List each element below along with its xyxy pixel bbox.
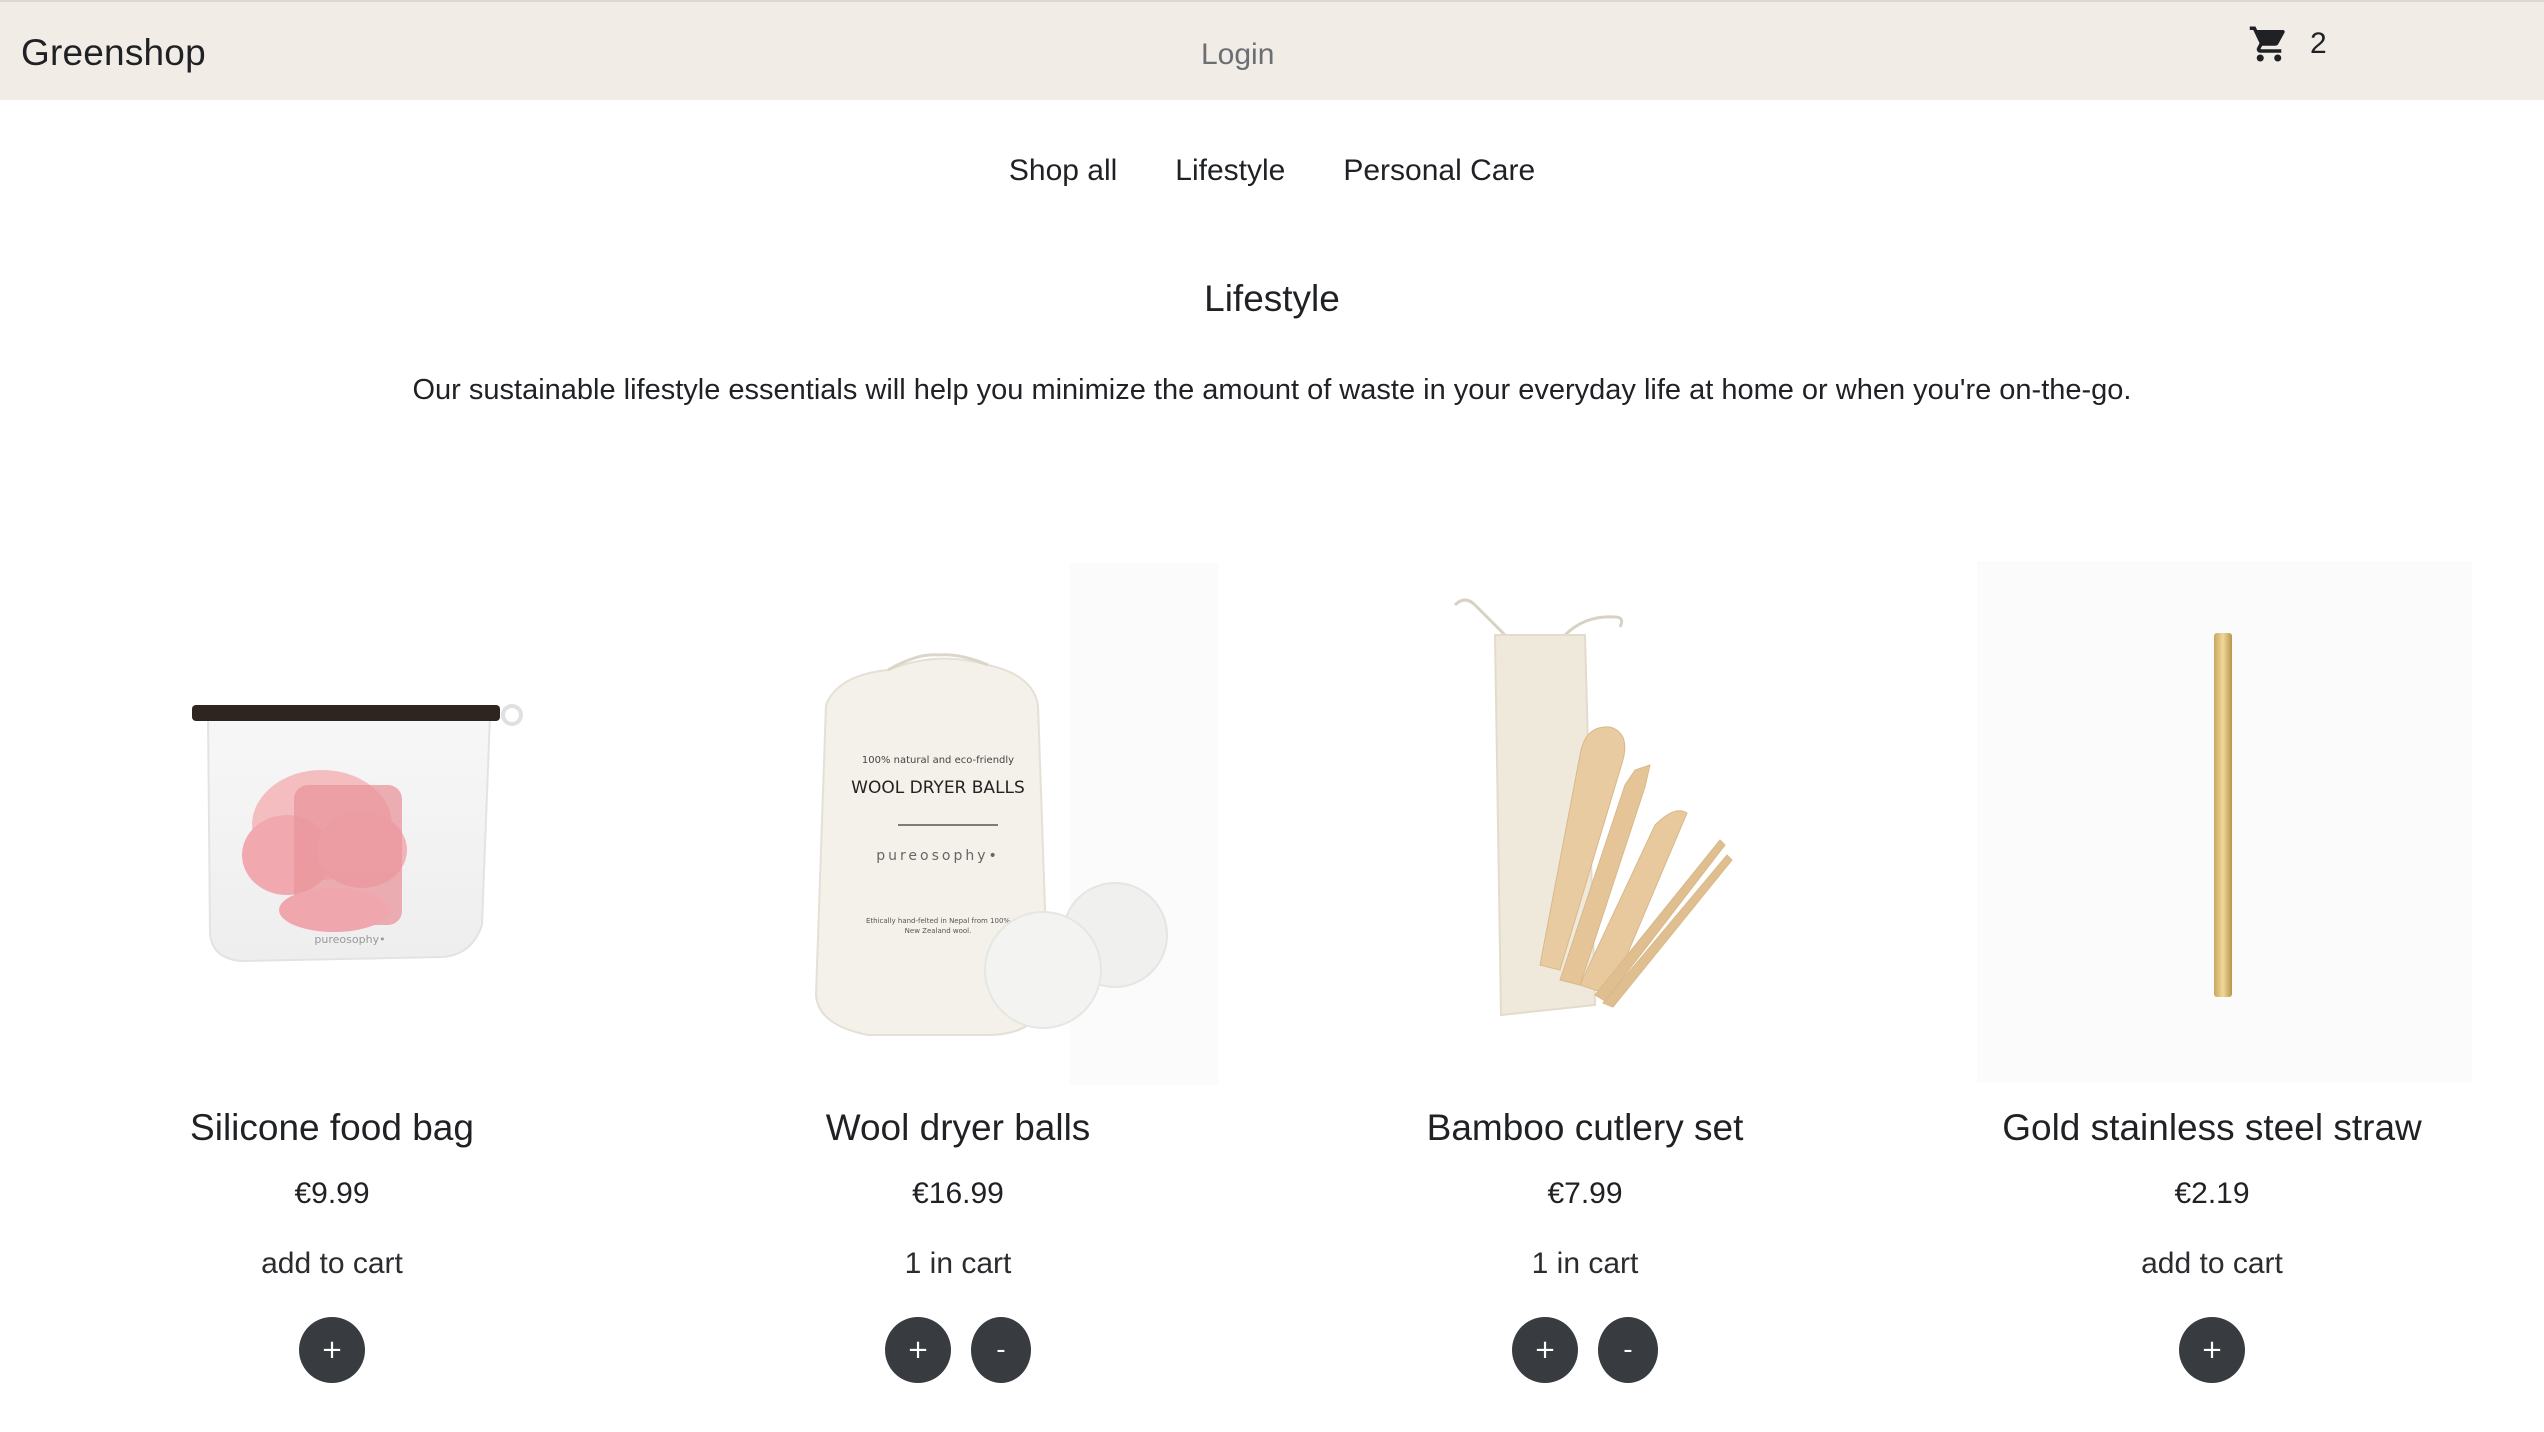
product-image-wool-dryer-balls[interactable]: 100% natural and eco-friendly WOOL DRYER…: [698, 555, 1218, 1085]
product-image-silicone-food-bag[interactable]: pureosophy•: [72, 555, 592, 1085]
product-image-gold-straw[interactable]: [1952, 555, 2487, 1085]
cart-count-badge: 2: [2310, 27, 2327, 60]
quantity-controls: +: [1932, 1317, 2492, 1383]
product-card: 100% natural and eco-friendly WOOL DRYER…: [678, 555, 1238, 1383]
add-to-cart-label[interactable]: add to cart: [52, 1247, 612, 1281]
quantity-controls: + -: [678, 1317, 1238, 1383]
cart-quantity-label: 1 in cart: [904, 1247, 1012, 1280]
product-image-bamboo-cutlery-set[interactable]: [1325, 555, 1845, 1085]
product-name[interactable]: Bamboo cutlery set: [1305, 1107, 1865, 1149]
increase-quantity-button[interactable]: +: [1512, 1317, 1578, 1383]
top-header: Greenshop Login 2: [0, 0, 2544, 100]
product-card: Bamboo cutlery set €7.99 1 in cart + -: [1305, 555, 1865, 1383]
quantity-controls: +: [52, 1317, 612, 1383]
brand-logo[interactable]: Greenshop: [21, 32, 206, 74]
nav-item-personal-care[interactable]: Personal Care: [1343, 152, 1535, 190]
cart-button[interactable]: 2: [2248, 22, 2327, 66]
dryer-title-text: WOOL DRYER BALLS: [851, 778, 1025, 798]
add-to-cart-label[interactable]: add to cart: [1932, 1247, 2492, 1281]
page-title: Lifestyle: [1204, 278, 1340, 319]
dryer-small-text: 100% natural and eco-friendly: [862, 755, 1014, 766]
nav-item-shop-all[interactable]: Shop all: [1009, 152, 1117, 190]
product-name[interactable]: Silicone food bag: [52, 1107, 612, 1149]
product-card: Gold stainless steel straw €2.19 add to …: [1932, 555, 2492, 1383]
product-price: €16.99: [912, 1177, 1004, 1210]
decrease-quantity-button[interactable]: -: [1598, 1317, 1658, 1383]
bag-brand-text: pureosophy•: [314, 933, 385, 946]
product-price: €2.19: [2174, 1177, 2250, 1210]
category-description: Our sustainable lifestyle essentials wil…: [412, 374, 2132, 406]
decrease-quantity-button[interactable]: -: [971, 1317, 1031, 1383]
category-nav: Shop all Lifestyle Personal Care: [0, 152, 2544, 190]
product-name[interactable]: Gold stainless steel straw: [1932, 1107, 2492, 1149]
login-link[interactable]: Login: [1201, 38, 1274, 72]
nav-item-lifestyle[interactable]: Lifestyle: [1175, 152, 1285, 190]
product-card: pureosophy• Silicone food bag €9.99 add …: [52, 555, 612, 1383]
dryer-brand-text: pureosophy•: [876, 848, 1000, 864]
quantity-controls: + -: [1305, 1317, 1865, 1383]
product-price: €7.99: [1547, 1177, 1623, 1210]
cart-quantity-label: 1 in cart: [1531, 1247, 1639, 1280]
product-name[interactable]: Wool dryer balls: [678, 1107, 1238, 1149]
increase-quantity-button[interactable]: +: [885, 1317, 951, 1383]
shopping-cart-icon: [2248, 23, 2290, 65]
increase-quantity-button[interactable]: +: [2179, 1317, 2245, 1383]
product-price: €9.99: [294, 1177, 370, 1210]
dryer-footer2-text: New Zealand wool.: [905, 927, 972, 935]
dryer-footer1-text: Ethically hand-felted in Nepal from 100%: [866, 917, 1010, 925]
increase-quantity-button[interactable]: +: [299, 1317, 365, 1383]
